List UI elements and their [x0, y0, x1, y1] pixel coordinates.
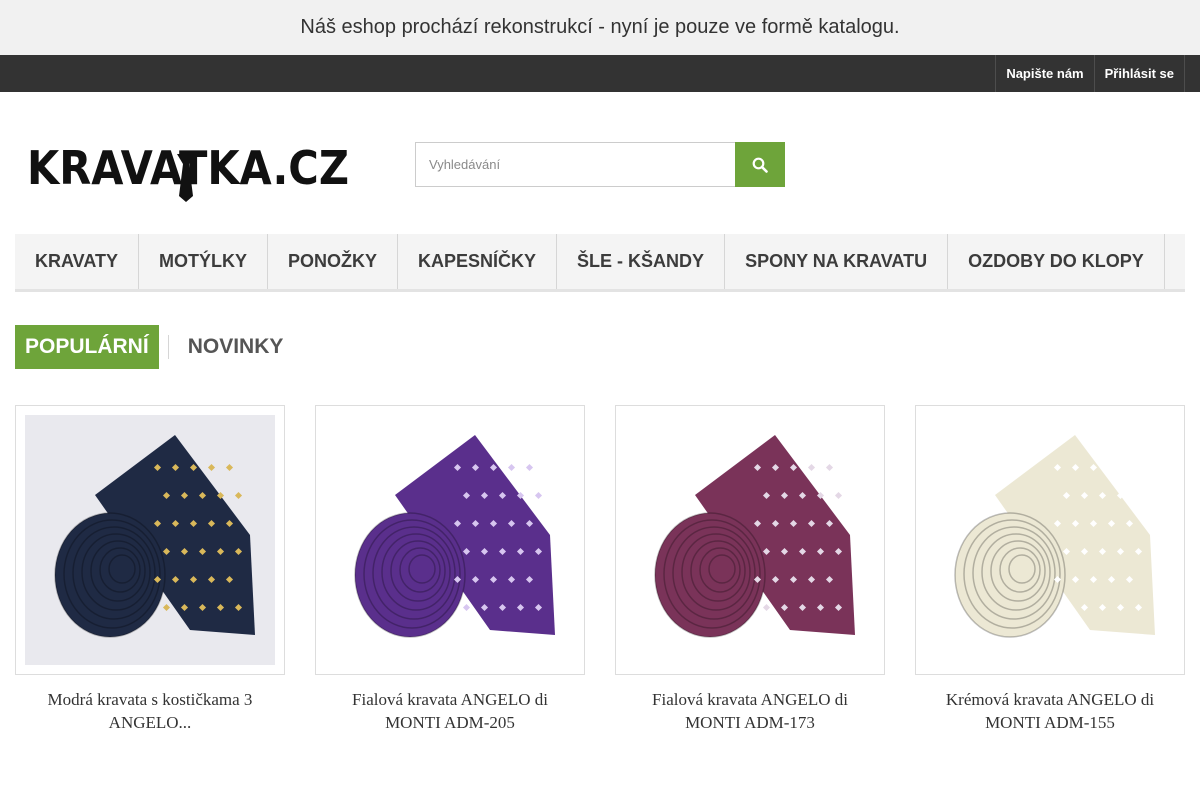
contact-link[interactable]: Napište nám: [995, 55, 1093, 92]
main-navigation: KRAVATY MOTÝLKY PONOŽKY KAPESNÍČKY ŠLE -…: [15, 234, 1185, 292]
tie-image: [25, 415, 275, 665]
announcement-text: Náš eshop prochází rekonstrukcí - nyní j…: [300, 16, 900, 38]
product-card[interactable]: Fialová kravata ANGELO di MONTI ADM-173: [615, 405, 885, 734]
product-card[interactable]: Krémová kravata ANGELO di MONTI ADM-155: [915, 405, 1185, 734]
logo-image: KRAVATKA.CZ: [27, 141, 349, 202]
product-title[interactable]: Krémová kravata ANGELO di MONTI ADM-155: [915, 688, 1185, 734]
search-icon: [752, 157, 768, 173]
nav-item-ozdoby[interactable]: OZDOBY DO KLOPY: [948, 234, 1165, 289]
tie-image: [325, 415, 575, 665]
product-title[interactable]: Fialová kravata ANGELO di MONTI ADM-205: [315, 688, 585, 734]
nav-item-ponozky[interactable]: PONOŽKY: [268, 234, 399, 289]
search-input[interactable]: [415, 142, 735, 187]
product-image[interactable]: [15, 405, 285, 675]
login-link[interactable]: Přihlásit se: [1093, 55, 1185, 92]
product-tabs: POPULÁRNÍ NOVINKY: [15, 325, 293, 369]
nav-item-motylky[interactable]: MOTÝLKY: [139, 234, 268, 289]
tie-image: [625, 415, 875, 665]
product-grid: Modrá kravata s kostičkama 3 ANGELO... F…: [15, 405, 1185, 734]
search-bar: [415, 142, 785, 187]
product-card[interactable]: Modrá kravata s kostičkama 3 ANGELO...: [15, 405, 285, 734]
product-image[interactable]: [315, 405, 585, 675]
search-button[interactable]: [735, 142, 785, 187]
nav-item-sle-ksandy[interactable]: ŠLE - KŠANDY: [557, 234, 726, 289]
tab-divider: [167, 335, 169, 359]
announcement-banner: Náš eshop prochází rekonstrukcí - nyní j…: [0, 0, 1200, 55]
product-card[interactable]: Fialová kravata ANGELO di MONTI ADM-205: [315, 405, 585, 734]
product-title[interactable]: Modrá kravata s kostičkama 3 ANGELO...: [15, 688, 285, 734]
top-links: Napište nám Přihlásit se: [995, 55, 1185, 92]
nav-item-kravaty[interactable]: KRAVATY: [15, 234, 139, 289]
top-bar: Napište nám Přihlásit se: [0, 55, 1200, 92]
nav-item-spony[interactable]: SPONY NA KRAVATU: [725, 234, 949, 289]
product-image[interactable]: [915, 405, 1185, 675]
product-title[interactable]: Fialová kravata ANGELO di MONTI ADM-173: [615, 688, 885, 734]
nav-item-kapesnicky[interactable]: KAPESNÍČKY: [398, 234, 558, 289]
tie-image: [925, 415, 1175, 665]
product-image[interactable]: [615, 405, 885, 675]
tab-new[interactable]: NOVINKY: [178, 325, 294, 369]
tab-popular[interactable]: POPULÁRNÍ: [15, 325, 159, 369]
site-logo[interactable]: KRAVATKA.CZ: [27, 140, 352, 202]
